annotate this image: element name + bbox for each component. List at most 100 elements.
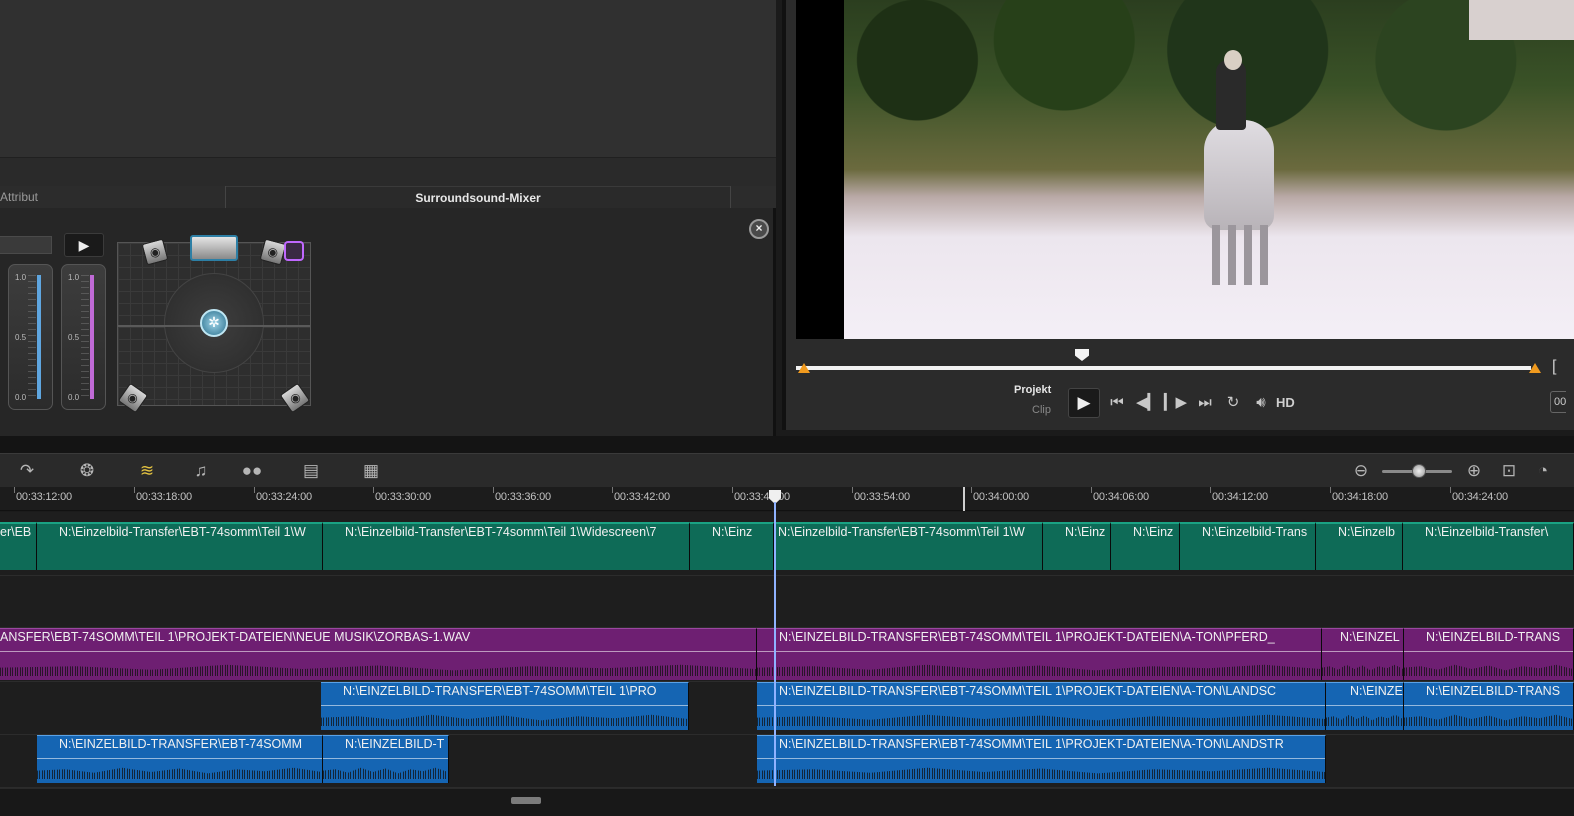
ruler-label: 00:33:18:00 bbox=[136, 491, 192, 503]
video-clip[interactable]: N:\Einz bbox=[690, 522, 774, 570]
audio-clip[interactable]: N:\EINZELBILD-TRANSFER\EBT-74SOMM bbox=[37, 735, 323, 783]
clip-label: N:\EINZELBILD-TRANSFER\EBT-74SOMM\TEIL 1… bbox=[779, 630, 1275, 644]
ruler-label: 00:33:48:00 bbox=[734, 491, 790, 503]
audio-clip[interactable]: N:\EINZE bbox=[1326, 682, 1404, 730]
surround-panner[interactable]: ◉ ◉ ◉ ◉ ✲ bbox=[117, 235, 311, 414]
multi-trim-icon[interactable]: ▦ bbox=[358, 460, 384, 482]
volume-line[interactable] bbox=[1322, 651, 1403, 652]
volume-line[interactable] bbox=[757, 758, 1325, 759]
audio-clip[interactable]: N:\EINZELBILD-T bbox=[323, 735, 449, 783]
volume-line[interactable] bbox=[1404, 651, 1573, 652]
volume-line[interactable] bbox=[321, 705, 688, 706]
subwoofer-icon[interactable] bbox=[284, 241, 304, 261]
hd-preview-toggle[interactable]: HD bbox=[1276, 395, 1295, 410]
timecode-button[interactable]: 00 bbox=[1550, 391, 1566, 413]
music-clip[interactable]: N:\EINZEL bbox=[1322, 628, 1404, 680]
ruler-label: 00:33:36:00 bbox=[495, 491, 551, 503]
video-clip[interactable]: N:\Einzelbild-Transfer\EBT-74somm\Teil 1… bbox=[323, 522, 690, 570]
volume-fader-right[interactable]: 1.0 0.5 0.0 bbox=[61, 264, 106, 410]
zoom-out-icon[interactable]: ⊖ bbox=[1348, 460, 1374, 482]
video-clip[interactable]: N:\Einzelbild-Transfer\EBT-74somm\Teil 1… bbox=[37, 522, 323, 570]
audio-clip[interactable]: N:\EINZELBILD-TRANSFER\EBT-74SOMM\TEIL 1… bbox=[321, 682, 689, 730]
clip-mode-label[interactable]: Clip bbox=[1032, 404, 1051, 416]
fit-timeline-icon[interactable]: ⊡ bbox=[1496, 460, 1522, 482]
scrubber-handle-icon[interactable] bbox=[1075, 349, 1089, 361]
clip-label: N:\Einzelbild-Transfer\EBT-74somm\Teil 1… bbox=[345, 525, 657, 539]
panel-tabbar: Attribut Surroundsound-Mixer bbox=[0, 186, 776, 208]
pan-position-puck-icon[interactable]: ✲ bbox=[200, 309, 228, 337]
tab-surround-mixer[interactable]: Surroundsound-Mixer bbox=[226, 186, 730, 208]
volume-line[interactable] bbox=[37, 758, 322, 759]
ruler-tick bbox=[134, 487, 135, 493]
ruler-tick bbox=[1450, 487, 1451, 493]
video-clip[interactable]: N:\Einz bbox=[1111, 522, 1180, 570]
video-clip[interactable]: er\EB bbox=[0, 522, 37, 570]
front-left-speaker-icon[interactable]: ◉ bbox=[141, 238, 169, 266]
ruler-marker[interactable] bbox=[963, 487, 965, 511]
rear-left-speaker-icon[interactable]: ◉ bbox=[117, 382, 149, 414]
volume-line[interactable] bbox=[323, 758, 448, 759]
music-clip[interactable]: N:\EINZELBILD-TRANS bbox=[1404, 628, 1574, 680]
preview-panel: Projekt Clip ▶ ⏮ ◀▎ ▎▶ ⏭ ↻ 🔊︎ HD [ 00 bbox=[782, 0, 1574, 430]
audio-mixer-icon[interactable]: ≋ bbox=[134, 460, 160, 482]
transition-icon[interactable]: ●● bbox=[239, 460, 265, 482]
ruler-label: 00:34:12:00 bbox=[1212, 491, 1268, 503]
volume-line[interactable] bbox=[1404, 705, 1573, 706]
video-clip[interactable]: N:\Einzelb bbox=[1316, 522, 1403, 570]
video-effects-icon[interactable]: ❂ bbox=[74, 460, 100, 482]
clip-label: N:\EINZELBILD-TRANSFER\EBT-74SOMM bbox=[59, 737, 303, 751]
center-speaker-icon[interactable] bbox=[190, 235, 238, 261]
volume-line[interactable] bbox=[757, 651, 1321, 652]
zoom-slider-knob[interactable] bbox=[1412, 464, 1426, 478]
scrollbar-thumb[interactable] bbox=[511, 797, 541, 804]
audio-clip[interactable]: N:\EINZELBILD-TRANS bbox=[1404, 682, 1574, 730]
render-preview-icon[interactable]: ◔ bbox=[1530, 460, 1556, 482]
preview-horse-legs bbox=[1212, 225, 1268, 285]
music-clip[interactable]: N:\EINZELBILD-TRANSFER\EBT-74SOMM\TEIL 1… bbox=[757, 628, 1322, 680]
volume-line[interactable] bbox=[0, 651, 756, 652]
tab-attribut[interactable]: Attribut bbox=[0, 186, 226, 208]
ruler-tick bbox=[612, 487, 613, 493]
panel-divider[interactable] bbox=[0, 436, 1574, 453]
mixer-play-button[interactable]: ▶ bbox=[64, 233, 104, 257]
audio-clip[interactable]: N:\EINZELBILD-TRANSFER\EBT-74SOMM\TEIL 1… bbox=[757, 735, 1326, 783]
step-back-icon[interactable]: ◀▎ bbox=[1136, 392, 1159, 414]
fader-level-bar bbox=[37, 275, 41, 399]
video-clip[interactable]: N:\Einzelbild-Trans bbox=[1180, 522, 1316, 570]
channel-dropdown[interactable] bbox=[0, 236, 52, 254]
video-clip[interactable]: N:\Einzelbild-Transfer\ bbox=[1403, 522, 1574, 570]
volume-line[interactable] bbox=[1326, 705, 1403, 706]
scrub-bar[interactable] bbox=[796, 366, 1531, 370]
playhead-line[interactable] bbox=[774, 502, 776, 786]
go-to-start-icon[interactable]: ⏮ bbox=[1106, 392, 1128, 414]
go-to-end-icon[interactable]: ⏭ bbox=[1194, 392, 1216, 414]
video-clip[interactable]: N:\Einzelbild-Transfer\EBT-74somm\Teil 1… bbox=[774, 522, 1043, 570]
ruler-tick bbox=[493, 487, 494, 493]
play-button[interactable]: ▶ bbox=[1068, 388, 1100, 418]
close-icon[interactable]: × bbox=[749, 219, 769, 239]
ruler-label: 00:33:30:00 bbox=[375, 491, 431, 503]
music-clip[interactable]: ANSFER\EBT-74SOMM\TEIL 1\PROJEKT-DATEIEN… bbox=[0, 628, 757, 680]
loop-icon[interactable]: ↻ bbox=[1222, 392, 1244, 414]
fader-scale-top: 1.0 bbox=[68, 273, 80, 282]
project-mode-label[interactable]: Projekt bbox=[1014, 384, 1051, 396]
timeline-ruler[interactable]: 00:33:12:00 00:33:18:00 00:33:24:00 00:3… bbox=[0, 487, 1574, 511]
audio-clip[interactable]: N:\EINZELBILD-TRANSFER\EBT-74SOMM\TEIL 1… bbox=[757, 682, 1326, 730]
mark-in-icon[interactable] bbox=[798, 363, 810, 373]
volume-line[interactable] bbox=[757, 705, 1325, 706]
timeline-scrollbar[interactable] bbox=[0, 788, 1574, 816]
front-right-speaker-icon[interactable]: ◉ bbox=[259, 238, 287, 266]
waveform bbox=[37, 767, 322, 779]
title-icon[interactable]: ▤ bbox=[298, 460, 324, 482]
volume-fader-left[interactable]: 1.0 0.5 0.0 bbox=[8, 264, 53, 410]
ruler-tick bbox=[254, 487, 255, 493]
zoom-in-icon[interactable]: ⊕ bbox=[1461, 460, 1487, 482]
clip-label: N:\EINZELBILD-T bbox=[345, 737, 445, 751]
mark-out-icon[interactable] bbox=[1529, 363, 1541, 373]
redo-icon[interactable]: ↷ bbox=[14, 460, 40, 482]
step-forward-icon[interactable]: ▎▶ bbox=[1164, 392, 1187, 414]
rear-right-speaker-icon[interactable]: ◉ bbox=[279, 382, 311, 414]
video-clip[interactable]: N:\Einz bbox=[1043, 522, 1111, 570]
volume-icon[interactable]: 🔊︎ bbox=[1250, 392, 1272, 414]
music-icon[interactable]: ♫ bbox=[188, 460, 214, 482]
